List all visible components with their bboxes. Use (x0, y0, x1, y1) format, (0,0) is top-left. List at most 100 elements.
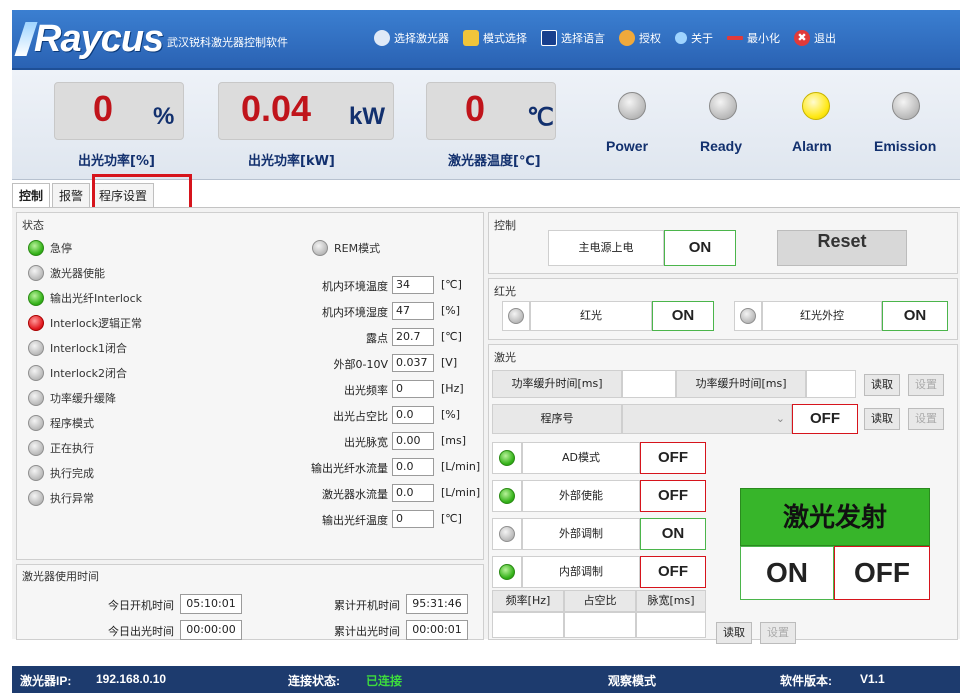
program-number-select[interactable]: ⌄ (622, 404, 792, 434)
status-dot (28, 315, 44, 331)
read-time-button[interactable]: 读取 (864, 374, 900, 396)
laser-group-title: 激光 (494, 351, 516, 364)
today-emit-time: 今日出光时间 00:00:00 (52, 620, 242, 640)
ad-mode-dot-cell (492, 442, 522, 474)
alarm-lamp (802, 92, 830, 120)
status-dot (28, 340, 44, 356)
status-dot (28, 240, 44, 256)
redlight-ext-label: 红光外控 (762, 301, 882, 331)
redlight-ext-toggle[interactable]: ON (882, 301, 948, 331)
param-row: 激光器水流量 0.0 [L/min] (322, 484, 481, 502)
ext-enable-toggle[interactable]: OFF (640, 480, 706, 512)
power-percent-label: 出光功率[%] (78, 154, 155, 169)
set-program-button[interactable]: 设置 (908, 408, 944, 430)
power-lamp (618, 92, 646, 120)
status-dot (28, 290, 44, 306)
param-row: 输出光纤水流量 0.0 [L/min] (311, 458, 481, 476)
set-time-button[interactable]: 设置 (908, 374, 944, 396)
int-modulation-dot-cell (492, 556, 522, 588)
ext-modulation-toggle[interactable]: ON (640, 518, 706, 550)
redlight-ext-dot (740, 308, 756, 324)
emission-lamp-label: Emission (874, 138, 937, 154)
power-percent-readout: 0 % (54, 82, 184, 140)
connection-label: 连接状态: (288, 674, 340, 688)
table-header-pulse-width: 脉宽[ms] (636, 590, 706, 612)
today-on-time: 今日开机时间 05:10:01 (52, 594, 242, 614)
status-dot (28, 265, 44, 281)
param-row: 机内环境温度 34 [℃] (322, 276, 462, 294)
power-lamp-label: Power (606, 138, 649, 154)
read-program-button[interactable]: 读取 (864, 408, 900, 430)
total-on-time: 累计开机时间 95:31:46 (272, 594, 468, 614)
ext-enable-dot-cell (492, 480, 522, 512)
tab-control[interactable]: 控制 (12, 183, 51, 207)
menu-exit[interactable]: ✖ 退出 (794, 30, 836, 46)
emission-lamp (892, 92, 920, 120)
redlight-toggle[interactable]: ON (652, 301, 714, 331)
power-kw-readout: 0.04 kW (218, 82, 394, 140)
fall-time-input[interactable] (806, 370, 856, 398)
status-dot (28, 465, 44, 481)
ad-mode-toggle[interactable]: OFF (640, 442, 706, 474)
status-item: 输出光纤Interlock (28, 290, 142, 306)
status-item: 激光器使能 (28, 265, 105, 281)
table-header-frequency: 频率[Hz] (492, 590, 564, 612)
power-kw-label: 出光功率[kW] (248, 154, 335, 169)
status-bar: 激光器IP: 192.168.0.10 连接状态: 已连接 观察模式 软件版本:… (12, 666, 960, 693)
int-modulation-dot (499, 564, 515, 580)
control-panel: 状态 急停 激光器使能 输出光纤Interlock Interlock逻辑正常 … (12, 207, 960, 644)
main-power-toggle[interactable]: ON (664, 230, 736, 266)
redlight-label: 红光 (530, 301, 652, 331)
rise-time-input[interactable] (622, 370, 676, 398)
ad-mode-label: AD模式 (522, 442, 640, 474)
menu-mode-select[interactable]: 模式选择 (463, 30, 527, 46)
exit-icon: ✖ (794, 30, 810, 46)
menu-minimize[interactable]: 最小化 (727, 30, 780, 46)
top-menu: 选择激光器 模式选择 选择语言 授权 关于 最小化 ✖ 退出 (374, 30, 836, 46)
ready-lamp (709, 92, 737, 120)
status-dot (28, 390, 44, 406)
reset-button[interactable]: Reset (777, 230, 907, 266)
tab-alarm[interactable]: 报警 (52, 183, 91, 207)
title-bar: Raycus 武汉锐科激光器控制软件 选择激光器 模式选择 选择语言 授权 关于… (12, 10, 960, 70)
program-number-label: 程序号 (492, 404, 622, 434)
laser-emit-on-button[interactable]: ON (740, 546, 834, 600)
about-icon (675, 32, 687, 44)
set-modulation-button[interactable]: 设置 (760, 622, 796, 644)
menu-about[interactable]: 关于 (675, 30, 713, 46)
read-modulation-button[interactable]: 读取 (716, 622, 752, 644)
laser-emit-off-button[interactable]: OFF (834, 546, 930, 600)
redlight-group-title: 红光 (494, 285, 516, 298)
pulse-width-input[interactable] (636, 612, 706, 638)
ext-modulation-dot (499, 526, 515, 542)
menu-language[interactable]: 选择语言 (541, 30, 605, 46)
int-modulation-toggle[interactable]: OFF (640, 556, 706, 588)
ext-enable-dot (499, 488, 515, 504)
redlight-ext-dot-cell (734, 301, 762, 331)
mode-select-icon (463, 30, 479, 46)
ext-enable-label: 外部使能 (522, 480, 640, 512)
status-item: Interlock1闭合 (28, 340, 127, 356)
duty-input[interactable] (564, 612, 636, 638)
usage-group-title: 激光器使用时间 (22, 570, 99, 583)
mode-status: 观察模式 (608, 674, 657, 688)
status-header: 0 % 出光功率[%] 0.04 kW 出光功率[kW] 0 ℃ 激光器温度[℃… (12, 70, 960, 180)
laser-select-icon (374, 30, 390, 46)
param-row: 机内环境湿度 47 [%] (322, 302, 461, 320)
rem-dot (312, 240, 328, 256)
status-item: 功率缓升缓降 (28, 390, 116, 406)
main-power-label: 主电源上电 (548, 230, 664, 266)
status-item: Interlock2闭合 (28, 365, 127, 381)
frequency-input[interactable] (492, 612, 564, 638)
menu-select-laser[interactable]: 选择激光器 (374, 30, 449, 46)
menu-authorize[interactable]: 授权 (619, 30, 661, 46)
param-row: 出光脉宽 0.00 [ms] (344, 432, 467, 450)
status-item: Interlock逻辑正常 (28, 315, 142, 331)
ip-value: 192.168.0.10 (96, 672, 167, 686)
control-group-title: 控制 (494, 219, 516, 232)
raycus-logo: Raycus (14, 18, 164, 61)
temperature-label: 激光器温度[℃] (448, 154, 541, 169)
language-icon (541, 30, 557, 46)
program-toggle[interactable]: OFF (792, 404, 858, 434)
laser-emit-title: 激光发射 (740, 488, 930, 546)
